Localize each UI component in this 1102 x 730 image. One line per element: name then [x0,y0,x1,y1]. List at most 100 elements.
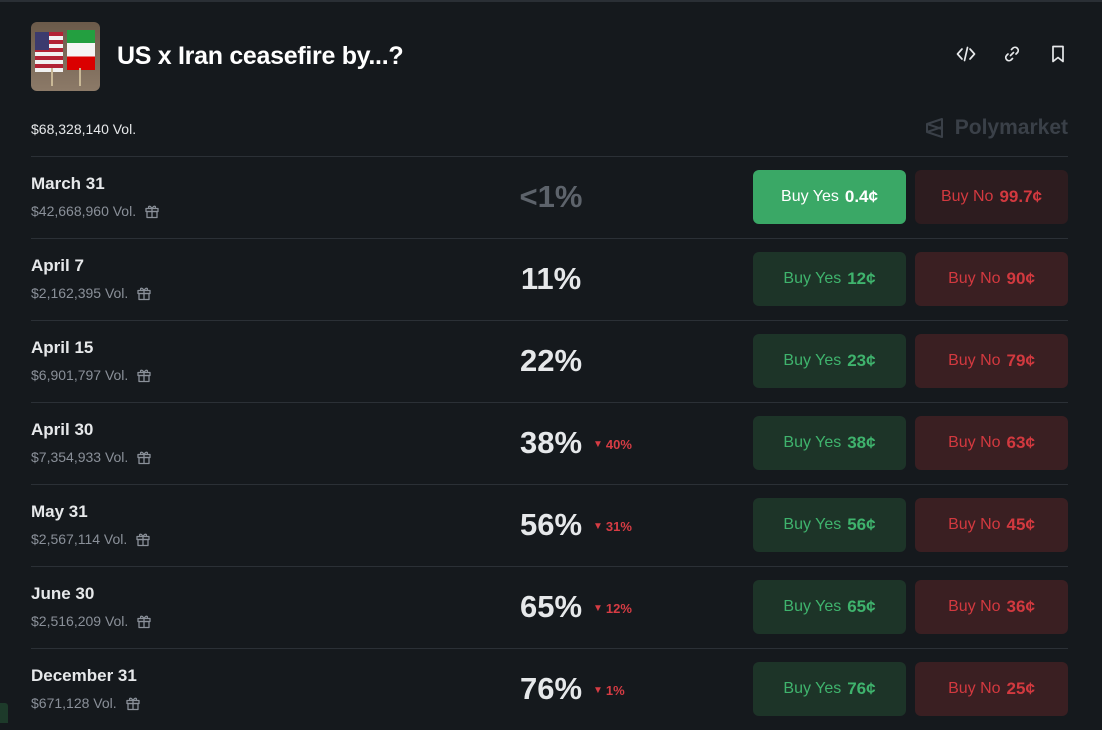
market-thumbnail[interactable] [31,22,100,91]
link-icon[interactable] [1002,44,1022,64]
market-date: June 30 [31,584,95,603]
embed-icon[interactable] [956,44,976,64]
market-row[interactable]: March 31 $42,668,960 Vol. <1% Buy Yes 0.… [31,156,1068,238]
chance-percent: 38% [519,425,583,460]
buy-no-label: Buy No [940,188,994,205]
buy-yes-label: Buy Yes [783,270,842,287]
buy-yes-button[interactable]: Buy Yes 76¢ [753,662,906,716]
no-price: 99.7¢ [999,187,1042,206]
gift-icon[interactable] [136,613,152,629]
market-row[interactable]: April 15 $6,901,797 Vol. 22% Buy Yes 23¢… [31,320,1068,402]
chance-percent: 65% [519,589,583,624]
gift-icon[interactable] [135,531,151,547]
buy-yes-button[interactable]: Buy Yes 56¢ [753,498,906,552]
market-date: May 31 [31,502,88,521]
buy-no-label: Buy No [948,516,1001,533]
change-value: 12% [605,601,632,616]
market-row[interactable]: June 30 $2,516,209 Vol. 65% ▼ 12% Buy Yes… [31,566,1068,648]
us-flag-icon [35,32,63,72]
market-volume-label: $671,128 Vol. [31,695,117,711]
yes-price: 23¢ [847,351,876,370]
market-row[interactable]: December 31 $671,128 Vol. 76% ▼ 1% Buy Ye… [31,648,1068,730]
gift-icon[interactable] [136,367,152,383]
market-date: March 31 [31,174,105,193]
buy-yes-label: Buy Yes [783,598,842,615]
buy-no-button[interactable]: Buy No 99.7¢ [915,170,1068,224]
no-price: 79¢ [1006,351,1035,370]
buy-yes-label: Buy Yes [783,352,842,369]
market-row[interactable]: April 7 $2,162,395 Vol. 11% Buy Yes 12¢ … [31,238,1068,320]
market-date: April 30 [31,420,94,439]
down-arrow-icon: ▼ [593,685,603,696]
buy-yes-button[interactable]: Buy Yes 23¢ [753,334,906,388]
buy-no-button[interactable]: Buy No 90¢ [915,252,1068,306]
down-arrow-icon: ▼ [593,521,603,532]
market-volume-label: $2,516,209 Vol. [31,613,129,629]
market-row[interactable]: May 31 $2,567,114 Vol. 56% ▼ 31% Buy Yes … [31,484,1068,566]
change-indicator: ▼ 40% [593,437,632,452]
no-price: 45¢ [1006,515,1035,534]
yes-price: 76¢ [847,679,876,698]
buy-no-label: Buy No [948,680,1001,697]
market-volume: $7,354,933 Vol. [31,449,152,465]
buy-yes-button[interactable]: Buy Yes 12¢ [753,252,906,306]
brand-watermark: Polymarket [923,116,1068,140]
chance-percent: 11% [520,261,582,296]
flag-pole [79,68,81,86]
polymarket-logo-icon [925,118,943,138]
market-volume-label: $42,668,960 Vol. [31,203,137,219]
gift-icon[interactable] [144,203,160,219]
change-indicator: ▼ 12% [593,601,632,616]
market-volume: $2,567,114 Vol. [31,531,151,547]
market-volume: $2,162,395 Vol. [31,285,152,301]
no-price: 90¢ [1006,269,1035,288]
buy-no-label: Buy No [948,352,1001,369]
market-date: April 15 [31,338,94,357]
change-value: 1% [605,683,625,698]
gift-icon[interactable] [125,695,141,711]
no-price: 25¢ [1006,679,1035,698]
market-volume: $671,128 Vol. [31,695,141,711]
no-price: 36¢ [1006,597,1035,616]
buy-yes-label: Buy Yes [783,516,842,533]
change-indicator: ▼ 1% [593,683,625,698]
buy-no-button[interactable]: Buy No 79¢ [915,334,1068,388]
market-volume: $42,668,960 Vol. [31,203,160,219]
change-indicator: ▼ 31% [593,519,632,534]
gift-icon[interactable] [136,285,152,301]
chance-percent: 76% [519,671,583,706]
buy-yes-label: Buy Yes [783,680,842,697]
buy-no-button[interactable]: Buy No 45¢ [915,498,1068,552]
no-price: 63¢ [1006,433,1035,452]
buy-no-button[interactable]: Buy No 63¢ [915,416,1068,470]
brand-name: Polymarket [954,116,1068,139]
change-value: 40% [605,437,632,452]
market-row[interactable]: April 30 $7,354,933 Vol. 38% ▼ 40% Buy Ye… [31,402,1068,484]
market-header: US x Iran ceasefire by...? [31,22,1068,92]
buy-yes-button[interactable]: Buy Yes 65¢ [753,580,906,634]
market-date: April 7 [31,256,84,275]
market-volume-label: $7,354,933 Vol. [31,449,129,465]
buy-yes-label: Buy Yes [783,434,842,451]
market-volume-label: $2,162,395 Vol. [31,285,129,301]
chance-percent: 56% [519,507,583,542]
chance-percent: <1% [519,179,583,214]
yes-price: 12¢ [847,269,876,288]
corner-widget [0,703,8,723]
market-volume: $2,516,209 Vol. [31,613,152,629]
down-arrow-icon: ▼ [593,439,603,450]
buy-no-button[interactable]: Buy No 25¢ [915,662,1068,716]
market-volume: $6,901,797 Vol. [31,367,152,383]
buy-yes-button[interactable]: Buy Yes 38¢ [753,416,906,470]
market-title: US x Iran ceasefire by...? [117,42,404,70]
market-volume-label: $2,567,114 Vol. [31,531,128,547]
down-arrow-icon: ▼ [593,603,603,614]
total-volume: $68,328,140 Vol. [31,121,137,137]
iran-flag-icon [67,30,95,70]
bookmark-icon[interactable] [1048,44,1068,64]
market-volume-label: $6,901,797 Vol. [31,367,129,383]
buy-no-button[interactable]: Buy No 36¢ [915,580,1068,634]
buy-no-label: Buy No [948,434,1001,451]
gift-icon[interactable] [136,449,152,465]
buy-yes-button[interactable]: Buy Yes 0.4¢ [753,170,906,224]
